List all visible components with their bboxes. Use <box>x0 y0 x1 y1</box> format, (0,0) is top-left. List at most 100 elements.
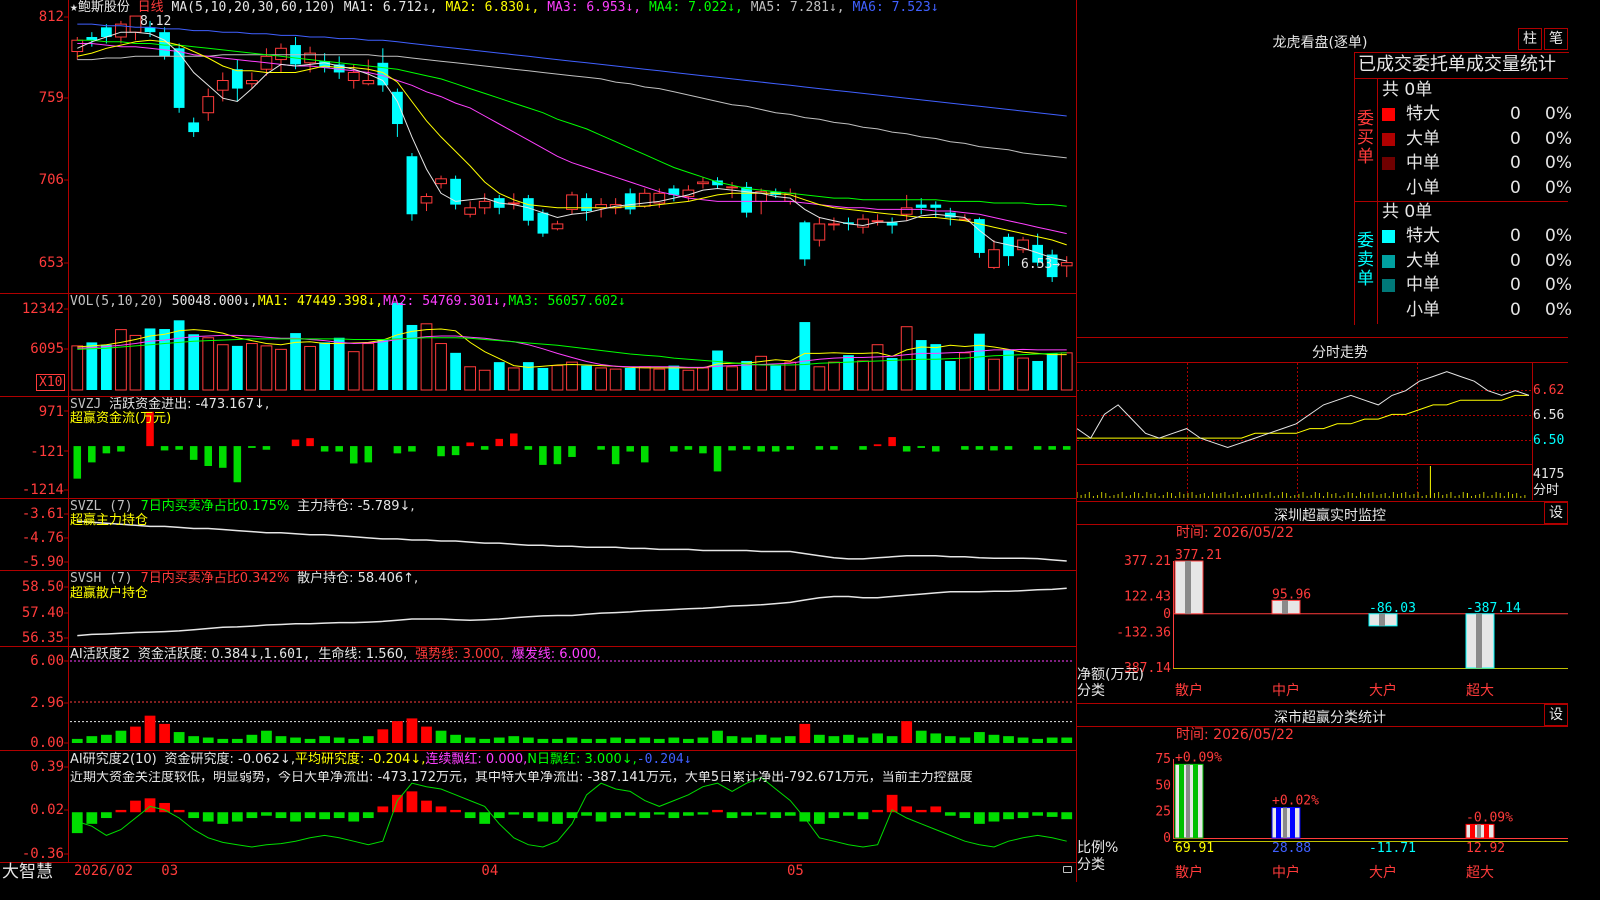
ai-research-avg: 平均研究度: -0.204↓, <box>294 752 426 767</box>
ai-active-bar <box>202 737 214 743</box>
ai-active-bar <box>566 737 578 743</box>
ai-active-bar <box>595 738 607 743</box>
ai-active-bar <box>828 736 840 743</box>
ai-active-bar <box>959 737 971 743</box>
svsh-axis-mid: 57.40 <box>21 605 64 621</box>
svsh-sub: 超赢散户持仓 <box>70 586 149 601</box>
svzj-bar <box>510 433 518 447</box>
brand-label[interactable]: 大智慧 <box>2 863 53 881</box>
order-type-label: 中单 <box>1406 275 1440 295</box>
candle-body-down <box>741 186 752 213</box>
ai-active-bar <box>188 736 200 743</box>
sz-ylabel: 净额(万元) <box>1077 667 1144 683</box>
ai-active-bar <box>915 730 927 743</box>
ai-active-bar <box>217 738 229 743</box>
svzj-bar <box>873 444 882 447</box>
cls-bar-stripe-b-1 <box>1290 807 1295 838</box>
order-percent: 0% <box>1545 226 1572 246</box>
ai-active-axis-bottom: 0.00 <box>30 735 64 751</box>
ai-research-bar <box>1061 812 1073 820</box>
svzj-bar <box>975 446 984 450</box>
candle-body-down <box>188 122 200 133</box>
svzj-bar <box>320 446 329 452</box>
fenshi-chart[interactable] <box>1077 363 1568 500</box>
cls-ylabel: 比例% <box>1077 840 1119 856</box>
order-count: 0 <box>1510 275 1521 295</box>
volume-bar-up <box>638 366 651 391</box>
volume-bar-up <box>1060 352 1073 391</box>
ai-active-bar <box>86 736 98 743</box>
sz-axis-label: 122.43 <box>1124 590 1171 605</box>
ai-research-bar <box>915 809 927 813</box>
fenshi-axis-top: 6.62 <box>1533 383 1565 398</box>
vol-ma2: MA2: 54769.301↓, <box>383 294 509 309</box>
ai-active-bar <box>784 736 796 743</box>
ai-active-bar <box>130 726 141 743</box>
ai-active-bar <box>1003 736 1014 743</box>
ai-research-bar <box>668 812 680 819</box>
ai-active-value2: 1.601, <box>263 647 311 662</box>
candle-body-up <box>813 223 826 241</box>
ai-research-bar <box>872 809 883 813</box>
volume-bar-down <box>668 365 680 390</box>
candle-body-up <box>362 80 375 85</box>
ai-active-bar <box>450 734 461 743</box>
ai-research-bar <box>944 812 956 816</box>
volume-bar-up <box>216 344 229 391</box>
bar-view-button[interactable]: 柱 <box>1518 28 1542 50</box>
svzl-header: SVZL (7) 7日内买卖净占比0.175% 主力持仓: -5.789↓, <box>70 500 415 514</box>
svzj-bar <box>248 446 256 448</box>
pen-view-button[interactable]: 笔 <box>1544 28 1568 50</box>
volume-bar-up <box>595 367 607 391</box>
ai-active-title: AI活跃度2 <box>70 647 130 662</box>
volume-bar-up <box>420 323 433 391</box>
favorite-star-icon[interactable]: ★ <box>70 0 78 15</box>
ai-research-bar <box>406 791 418 813</box>
sz-settings-button[interactable]: 设 <box>1544 502 1568 524</box>
cls-delta-3: -0.09% <box>1466 810 1513 825</box>
cls-category-3: 超大 <box>1466 865 1494 881</box>
vol-ma3: MA3: 56057.602↓ <box>508 294 626 309</box>
stock-name[interactable]: 鲍斯股份 <box>78 0 130 15</box>
ai-research-bar <box>450 809 461 813</box>
order-count: 0 <box>1510 128 1521 149</box>
volume-bar-down <box>188 334 200 390</box>
ai-research-bar <box>1032 812 1044 816</box>
svzj-bar <box>640 446 649 463</box>
cls-settings-button[interactable]: 设 <box>1544 704 1568 726</box>
volume-bar-down <box>886 358 898 390</box>
sz-category-0: 散户 <box>1175 682 1203 699</box>
volume-bar-down <box>1046 353 1058 390</box>
ai-active-bar <box>624 738 636 743</box>
price-ma120-line <box>77 23 1067 117</box>
candle-body-down <box>581 198 592 212</box>
cls-category-0: 散户 <box>1175 864 1203 881</box>
ai-research-bar <box>537 812 549 822</box>
svzl-value: 主力持仓: -5.789↓, <box>297 499 415 514</box>
ai-active-bar <box>741 737 752 743</box>
volume-bar-up <box>784 361 797 391</box>
volume-bar-up <box>507 367 520 391</box>
ai-active-bar <box>1017 737 1029 743</box>
candle-body-up <box>900 207 913 215</box>
fenshi-title[interactable]: 分时走势 <box>1270 342 1410 362</box>
svzj-bar <box>684 446 693 450</box>
ai-active-bar <box>319 736 331 743</box>
period-label[interactable]: 日线 <box>138 0 164 15</box>
ai-research-bar <box>217 812 229 824</box>
volume-bar-up <box>828 361 840 391</box>
svzj-bar <box>393 446 402 454</box>
vol-header: VOL(5,10,20) 50048.000↓,MA1: 47449.398↓,… <box>70 295 626 309</box>
candle-body-up <box>566 194 578 210</box>
cls-delta-1: +0.02% <box>1272 794 1319 809</box>
ai-active-bar <box>290 737 301 743</box>
ai-research-bar <box>1003 812 1014 820</box>
ma-header: MA(5,10,20,30,60,120) <box>171 0 336 15</box>
svzj-bar <box>102 446 111 454</box>
ai-active-bar <box>275 736 287 743</box>
candle-body-up <box>478 200 491 209</box>
sz-bar-shade-1 <box>1282 600 1288 614</box>
ai-active-bar <box>406 718 418 743</box>
sz-bar-label-0: 377.21 <box>1175 548 1222 563</box>
ai-active-bar <box>901 721 913 743</box>
